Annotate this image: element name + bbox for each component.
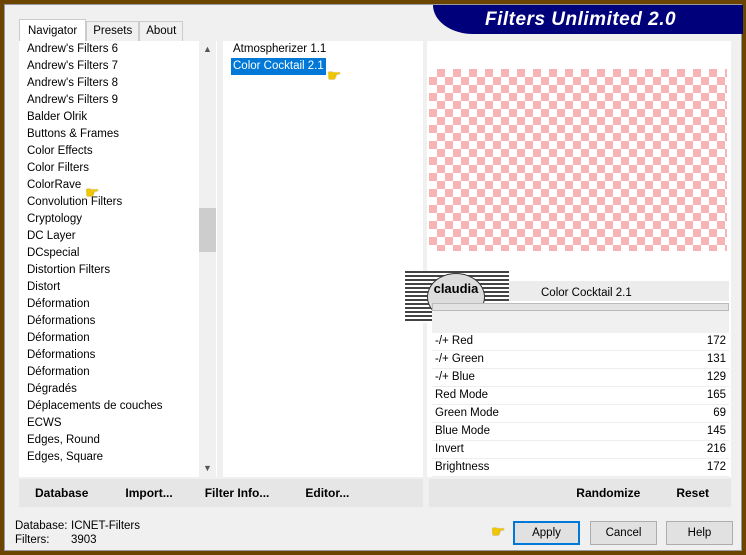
category-item[interactable]: Déformation bbox=[19, 364, 217, 381]
category-item[interactable]: Color Effects bbox=[19, 143, 217, 160]
parameter-value: 129 bbox=[706, 371, 726, 383]
category-item[interactable]: Distort bbox=[19, 279, 217, 296]
parameter-sliders: -/+ Red 172 -/+ Green 131 -/+ Blue 129 Red Mod… bbox=[432, 333, 729, 477]
filter-settings-panel: claudia Color Cocktail 2.1 -/+ Red 172 -/+… bbox=[405, 41, 731, 477]
parameter-value: 131 bbox=[706, 353, 726, 365]
scroll-up-icon[interactable]: ▲ bbox=[199, 41, 216, 58]
filter-progress-bar bbox=[432, 303, 729, 311]
parameter-label: Green Mode bbox=[435, 407, 499, 419]
database-button[interactable]: Database bbox=[35, 486, 88, 500]
parameter-label: -/+ Red bbox=[435, 335, 474, 347]
category-item[interactable]: Edges, Square bbox=[19, 449, 217, 466]
category-item[interactable]: ECWS bbox=[19, 415, 217, 432]
hand-pointer-icon: ☛ bbox=[85, 185, 100, 202]
parameter-label: -/+ Blue bbox=[435, 371, 475, 383]
category-item[interactable]: Déformations bbox=[19, 313, 217, 330]
parameter-value: 69 bbox=[713, 407, 726, 419]
parameter-slider[interactable]: -/+ Blue 129 bbox=[432, 369, 729, 387]
hand-pointer-icon: ☛ bbox=[491, 524, 506, 541]
hand-pointer-icon: ☛ bbox=[327, 68, 342, 85]
parameter-value: 145 bbox=[706, 425, 726, 437]
category-item[interactable]: Déformations bbox=[19, 347, 217, 364]
parameter-slider[interactable]: -/+ Green 131 bbox=[432, 351, 729, 369]
navigator-button-bar: Database Import... Filter Info... Editor… bbox=[19, 479, 423, 507]
category-item[interactable]: Andrew's Filters 6 bbox=[19, 41, 217, 58]
parameter-slider[interactable]: Invert 216 bbox=[432, 441, 729, 459]
category-item[interactable]: ColorRave bbox=[19, 177, 217, 194]
preview-image bbox=[429, 69, 727, 251]
tab-presets[interactable]: Presets bbox=[86, 21, 140, 41]
parameter-value: 216 bbox=[706, 443, 726, 455]
category-list[interactable]: Andrew's Filters 6 Andrew's Filters 7 Andr… bbox=[19, 41, 217, 477]
filter-item-selected[interactable]: Color Cocktail 2.1 bbox=[223, 58, 423, 75]
category-item[interactable]: Déformation bbox=[19, 296, 217, 313]
category-item[interactable]: Andrew's Filters 8 bbox=[19, 75, 217, 92]
category-item[interactable]: Dégradés bbox=[19, 381, 217, 398]
category-item[interactable]: Déplacements de couches bbox=[19, 398, 217, 415]
category-item[interactable]: Andrew's Filters 9 bbox=[19, 92, 217, 109]
category-item[interactable]: Cryptology bbox=[19, 211, 217, 228]
parameter-label: Brightness bbox=[435, 461, 490, 473]
editor-button[interactable]: Editor... bbox=[305, 486, 349, 500]
category-item[interactable]: Color Filters bbox=[19, 160, 217, 177]
parameter-label: Invert bbox=[435, 443, 464, 455]
parameter-slider[interactable]: Brightness 172 bbox=[432, 459, 729, 477]
category-item[interactable]: Andrew's Filters 7 bbox=[19, 58, 217, 75]
reset-button[interactable]: Reset bbox=[676, 486, 709, 500]
import-button[interactable]: Import... bbox=[125, 486, 172, 500]
filters-unlimited-dialog: Filters Unlimited 2.0 Navigator Presets … bbox=[4, 4, 743, 551]
filter-info-button[interactable]: Filter Info... bbox=[205, 486, 270, 500]
apply-button[interactable]: Apply bbox=[513, 521, 580, 545]
filter-item[interactable]: Atmospherizer 1.1 bbox=[223, 41, 423, 58]
parameter-slider[interactable]: -/+ Red 172 bbox=[432, 333, 729, 351]
filter-name: Color Cocktail 2.1 bbox=[509, 281, 729, 301]
settings-button-bar: Randomize Reset bbox=[429, 479, 731, 507]
category-item[interactable]: DC Layer bbox=[19, 228, 217, 245]
category-item[interactable]: Déformation bbox=[19, 330, 217, 347]
status-info: Database: ICNET-Filters Filters: 3903 bbox=[15, 520, 140, 546]
parameter-slider[interactable]: Red Mode 165 bbox=[432, 387, 729, 405]
category-item[interactable]: Edges, Round bbox=[19, 432, 217, 449]
title-banner: Filters Unlimited 2.0 bbox=[433, 5, 743, 34]
parameter-slider[interactable]: Green Mode 69 bbox=[432, 405, 729, 423]
tab-about[interactable]: About bbox=[139, 21, 184, 41]
parameter-value: 172 bbox=[706, 461, 726, 473]
parameter-label: Blue Mode bbox=[435, 425, 490, 437]
parameter-value: 172 bbox=[706, 335, 726, 347]
cancel-button[interactable]: Cancel bbox=[590, 521, 657, 545]
category-scrollbar[interactable]: ▲ ▼ bbox=[199, 41, 216, 477]
parameter-label: Red Mode bbox=[435, 389, 489, 401]
category-item[interactable]: Balder Olrik bbox=[19, 109, 217, 126]
parameter-label: -/+ Green bbox=[435, 353, 484, 365]
category-item[interactable]: Buttons & Frames bbox=[19, 126, 217, 143]
category-item[interactable]: Convolution Filters bbox=[19, 194, 217, 211]
filter-list[interactable]: Atmospherizer 1.1 Color Cocktail 2.1 bbox=[223, 41, 423, 477]
category-item[interactable]: Distortion Filters bbox=[19, 262, 217, 279]
help-button[interactable]: Help bbox=[666, 521, 733, 545]
category-item[interactable]: DCspecial bbox=[19, 245, 217, 262]
scroll-thumb[interactable] bbox=[199, 208, 216, 252]
scroll-down-icon[interactable]: ▼ bbox=[199, 460, 216, 477]
parameter-slider[interactable]: Blue Mode 145 bbox=[432, 423, 729, 441]
tab-bar: Navigator Presets About bbox=[19, 19, 184, 42]
parameter-value: 165 bbox=[706, 389, 726, 401]
randomize-button[interactable]: Randomize bbox=[576, 486, 640, 500]
tab-navigator[interactable]: Navigator bbox=[19, 19, 87, 42]
